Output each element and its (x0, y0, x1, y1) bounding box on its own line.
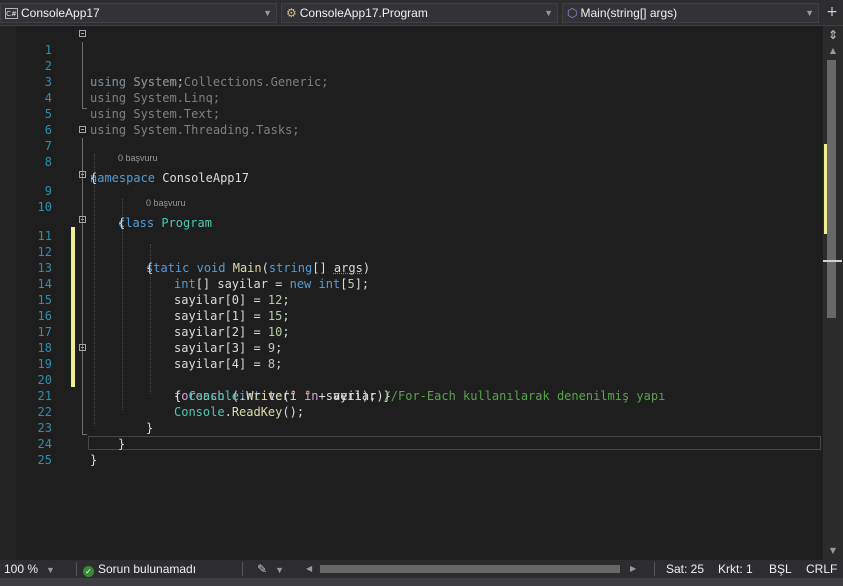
line-position[interactable]: Sat: 25 (666, 560, 704, 578)
code-line: 18 sayilar[4] = 8; (0, 324, 823, 371)
chevron-down-icon: ▼ (275, 565, 284, 575)
change-marker (824, 144, 827, 234)
type-dropdown[interactable]: ⚙ ConsoleApp17.Program ▼ (281, 3, 558, 23)
scroll-up-icon[interactable]: ▲ (823, 46, 843, 55)
code-line: 8 { (0, 138, 823, 185)
code-line: 25 (0, 436, 823, 467)
collapse-icon[interactable] (79, 171, 86, 178)
code-line: 20 { Console.Write(" " + veri); } (0, 356, 823, 403)
window-bottom-strip (0, 578, 843, 586)
column-position[interactable]: Krkt: 1 (718, 560, 753, 578)
plus-icon[interactable]: + (825, 5, 839, 19)
split-editor-icon[interactable]: ⇕ (825, 28, 841, 42)
code-line: 23 } (0, 404, 823, 451)
line-number: 25 (37, 453, 52, 467)
code-line: 21 Console.ReadKey(); (0, 372, 823, 419)
caret-marker (823, 260, 842, 262)
line-ending[interactable]: CRLF (806, 560, 837, 578)
editor-status-bar: 100 % ▼ ✓ Sorun bulunamadı ✎ ▼ ◀ ▶ Sat: 25 … (0, 560, 843, 578)
scroll-right-icon[interactable]: ▶ (630, 560, 636, 578)
code-line: 10 { (0, 183, 823, 230)
code-line: 15 sayilar[1] = 15; (0, 276, 823, 323)
code-line: 16 sayilar[2] = 10; (0, 292, 823, 339)
collapse-icon[interactable] (79, 30, 86, 37)
code-line: 2 using System.Collections.Generic; (0, 42, 823, 89)
code-line: 12 { (0, 228, 823, 275)
issues-indicator[interactable]: ✓ Sorun bulunamadı (83, 560, 196, 578)
separator (242, 562, 243, 576)
code-line: 19 foreach (int veri in sayilar)//For-Ea… (0, 340, 823, 403)
chevron-down-icon: ▼ (805, 8, 814, 18)
scroll-down-icon[interactable]: ▼ (823, 546, 843, 555)
class-icon: ⚙ (286, 6, 297, 20)
code-line: 7 namespace ConsoleApp17 (0, 122, 823, 185)
scrollbar-thumb[interactable] (320, 565, 620, 573)
member-dropdown[interactable]: ⬡ Main(string[] args) ▼ (562, 3, 819, 23)
project-dropdown[interactable]: C# ConsoleApp17 ▼ (0, 3, 277, 23)
code-line: 11 static void Main(string[] args) (0, 212, 823, 275)
vertical-scrollbar[interactable]: ⇕ ▲ ▼ (823, 26, 843, 560)
insert-mode[interactable]: BŞL (769, 560, 792, 578)
separator (76, 562, 77, 576)
type-dropdown-label: ConsoleApp17.Program (299, 6, 428, 20)
issues-text: Sorun bulunamadı (98, 562, 197, 576)
code-line: 1 using System; (0, 26, 823, 89)
code-line: 5 using System.Threading.Tasks; (0, 90, 823, 137)
collapse-icon[interactable] (79, 344, 86, 351)
project-dropdown-label: ConsoleApp17 (21, 6, 100, 20)
code-line: 4 using System.Text; (0, 74, 823, 121)
scrollbar-thumb[interactable] (827, 60, 836, 318)
code-cleanup-button[interactable]: ✎ ▼ (257, 560, 284, 579)
collapse-icon[interactable] (79, 216, 86, 223)
collapse-icon[interactable] (79, 126, 86, 133)
chevron-down-icon: ▼ (46, 565, 55, 575)
code-line: 13 int[] sayilar = new int[5]; (0, 244, 823, 291)
code-line: 22 } (0, 388, 823, 435)
zoom-dropdown[interactable]: 100 % ▼ (4, 560, 55, 579)
check-circle-icon: ✓ (83, 566, 94, 577)
chevron-down-icon: ▼ (544, 8, 553, 18)
code-line: 24 } (0, 420, 823, 467)
brush-icon: ✎ (257, 562, 268, 576)
code-line: 6 (0, 106, 823, 137)
separator (654, 562, 655, 576)
code-line: 17 sayilar[3] = 9; (0, 308, 823, 355)
zoom-level: 100 % (4, 562, 39, 576)
horizontal-scrollbar[interactable]: ◀ ▶ (306, 563, 640, 575)
navigation-bar: C# ConsoleApp17 ▼ ⚙ ConsoleApp17.Program ▼… (0, 0, 843, 26)
code-line: 14 sayilar[0] = 12; (0, 260, 823, 307)
member-dropdown-label: Main(string[] args) (580, 6, 678, 20)
code-line: 9 class Program (0, 167, 823, 230)
code-editor[interactable]: 0 başvuru 0 başvuru 1 using System; 2 us… (0, 26, 823, 560)
code-line: 3 using System.Linq; (0, 58, 823, 105)
scroll-left-icon[interactable]: ◀ (306, 560, 312, 578)
method-icon: ⬡ (567, 6, 578, 20)
csharp-project-icon: C# (5, 8, 18, 20)
chevron-down-icon: ▼ (263, 8, 272, 18)
